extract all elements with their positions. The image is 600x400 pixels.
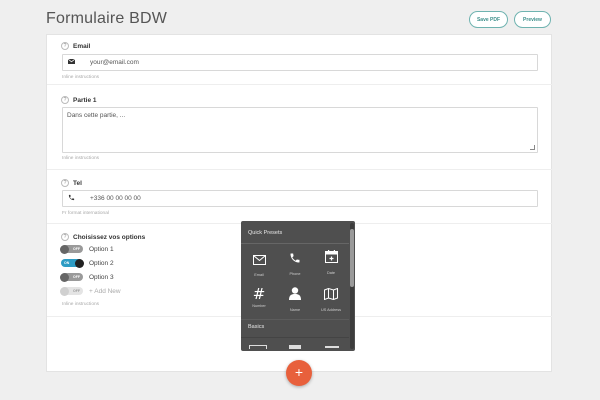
option-2-toggle[interactable]: ON [61,258,84,268]
preset-date[interactable]: Date [314,250,348,275]
option-3-toggle[interactable]: OFF [60,272,83,282]
add-new-row[interactable]: OFF + Add New [60,286,121,296]
email-field[interactable]: your@email.com [62,54,538,71]
options-hint: Inline instructions [62,302,100,307]
email-header: ? Email [61,42,90,50]
question-icon[interactable]: ? [61,179,69,187]
option-2-label: Option 2 [89,259,114,267]
email-label: Email [73,42,91,50]
envelope-icon [242,252,276,270]
option-row[interactable]: OFF Option 1 [60,244,114,254]
options-header: ? Choisissez vos options [61,233,145,241]
person-icon [278,287,312,305]
tel-value: +336 00 00 00 00 [90,195,141,202]
preset-email[interactable]: Email [242,252,276,277]
email-section: ? Email your@email.com Inline instructio… [47,35,553,85]
question-icon[interactable]: ? [61,96,69,104]
resize-handle[interactable] [530,145,535,150]
dropdown-icon[interactable] [325,346,339,348]
tel-header: ? Tel [61,179,82,187]
envelope-icon [63,58,79,66]
preview-button[interactable]: Preview [514,11,551,28]
preset-phone[interactable]: Phone [278,251,312,276]
option-1-toggle[interactable]: OFF [60,244,83,254]
add-new-option-button[interactable]: + Add New [89,288,121,295]
partie-value: Dans cette partie, ... [67,112,126,119]
option-1-label: Option 1 [89,245,114,253]
option-row[interactable]: ON Option 2 [61,258,114,268]
email-hint: Inline instructions [62,75,100,80]
partie-hint: Inline instructions [62,156,100,161]
add-new-toggle: OFF [60,286,83,296]
partie-label: Partie 1 [73,96,97,104]
preset-us-address[interactable]: US Address [314,287,348,312]
divider [241,243,349,244]
tel-label: Tel [73,179,82,187]
basics-title: Basics [248,324,265,330]
paragraph-icon[interactable] [289,345,301,349]
page-title: Formulaire BDW [46,10,168,27]
add-field-button[interactable]: + [286,360,312,386]
partie-section: ? Partie 1 Dans cette partie, ... Inline… [47,90,553,170]
question-icon[interactable]: ? [61,233,69,241]
single-line-text-icon[interactable] [249,345,267,349]
option-3-label: Option 3 [89,273,114,281]
question-icon[interactable]: ? [61,42,69,50]
field-type-popup: Quick Presets Email Phone Date # Number … [241,221,355,351]
divider [241,337,349,338]
quick-presets-title: Quick Presets [248,230,283,236]
calendar-icon [314,250,348,268]
map-icon [314,287,348,305]
divider [241,319,349,320]
tel-field[interactable]: +336 00 00 00 00 [62,190,538,207]
preset-name[interactable]: Name [278,287,312,312]
tel-section: ? Tel +336 00 00 00 00 Fr format interna… [47,174,553,224]
option-row[interactable]: OFF Option 3 [60,272,114,282]
partie-header: ? Partie 1 [61,96,97,104]
preset-number[interactable]: # Number [242,285,276,309]
phone-icon [63,194,79,203]
options-label: Choisissez vos options [73,233,146,241]
popup-scrollbar[interactable] [350,223,354,349]
email-value: your@email.com [90,59,139,66]
partie-textarea[interactable]: Dans cette partie, ... [62,107,538,153]
scrollbar-thumb[interactable] [350,229,354,287]
save-pdf-button[interactable]: Save PDF [469,11,508,28]
tel-hint: Fr format international [62,211,109,216]
hash-icon: # [252,285,266,303]
phone-icon [278,251,312,269]
